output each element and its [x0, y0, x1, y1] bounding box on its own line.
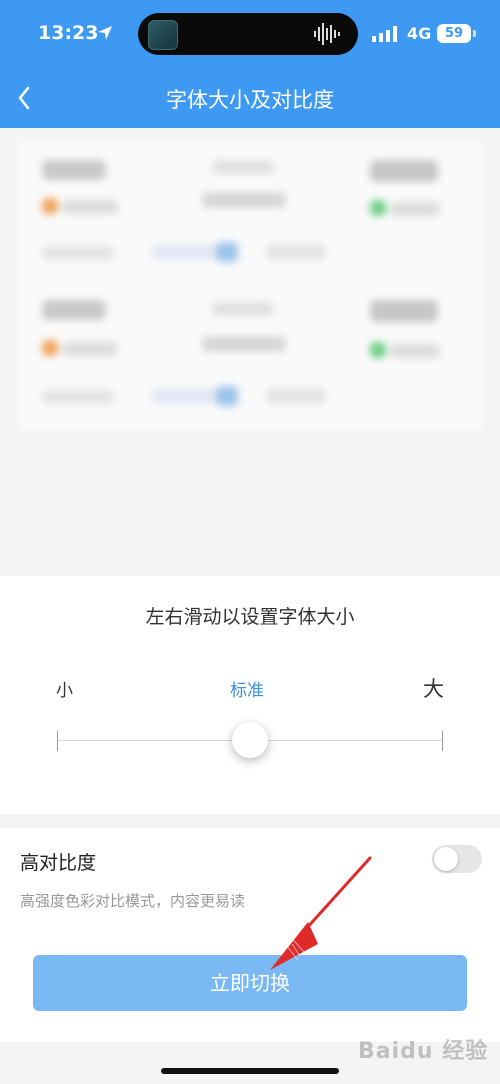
size-standard-label: 标准	[230, 681, 264, 701]
high-contrast-description: 高强度色彩对比模式，内容更易读	[20, 892, 246, 910]
preview-block	[390, 344, 440, 358]
font-size-slider-thumb[interactable]	[232, 722, 268, 758]
preview-block	[216, 386, 238, 406]
preview-block	[390, 202, 440, 216]
preview-block	[62, 342, 118, 356]
preview-block	[42, 340, 58, 356]
high-contrast-toggle[interactable]	[432, 845, 482, 873]
preview-block	[266, 244, 326, 260]
high-contrast-title: 高对比度	[20, 852, 97, 874]
network-label: 4G	[407, 24, 432, 43]
contrast-panel: 高对比度 高强度色彩对比模式，内容更易读 立即切换	[0, 828, 500, 1042]
dynamic-island	[138, 13, 358, 55]
font-size-instruction: 左右滑动以设置字体大小	[145, 606, 355, 628]
slider-tick-start	[57, 731, 58, 751]
app-thumbnail	[148, 20, 178, 50]
size-small-label: 小	[56, 681, 73, 701]
watermark-logo: Baidu 经验	[358, 1039, 489, 1064]
preview-block	[42, 300, 106, 320]
switch-now-button[interactable]: 立即切换	[33, 955, 467, 1011]
preview-block	[266, 388, 326, 404]
font-preview	[18, 140, 482, 430]
battery-tip	[473, 30, 476, 37]
preview-block	[370, 200, 386, 216]
location-arrow-icon	[98, 26, 112, 40]
audio-wave-icon	[314, 23, 340, 45]
preview-block	[152, 388, 216, 404]
page-title: 字体大小及对比度	[166, 88, 334, 112]
status-bar: 13:23 4G 59	[0, 0, 500, 70]
battery-icon: 59	[437, 24, 471, 43]
preview-block	[202, 336, 286, 352]
preview-block	[42, 198, 58, 214]
home-indicator	[161, 1068, 339, 1074]
battery-level: 59	[444, 26, 464, 41]
nav-bar: 字体大小及对比度	[0, 70, 500, 128]
size-large-label: 大	[423, 677, 444, 701]
font-size-panel: 左右滑动以设置字体大小 小 标准 大	[0, 576, 500, 814]
preview-block	[216, 242, 238, 262]
status-time: 13:23	[38, 22, 99, 44]
slider-tick-end	[442, 731, 443, 751]
preview-block	[42, 160, 106, 180]
preview-block	[212, 160, 274, 174]
preview-block	[202, 192, 286, 208]
toggle-knob	[434, 847, 458, 871]
preview-block	[42, 246, 114, 260]
signal-bars-icon	[372, 26, 397, 42]
preview-block	[62, 200, 118, 214]
preview-block	[152, 244, 216, 260]
preview-block	[42, 390, 114, 404]
preview-block	[370, 342, 386, 358]
preview-block	[212, 302, 274, 316]
preview-block	[370, 160, 438, 182]
preview-block	[370, 300, 438, 322]
